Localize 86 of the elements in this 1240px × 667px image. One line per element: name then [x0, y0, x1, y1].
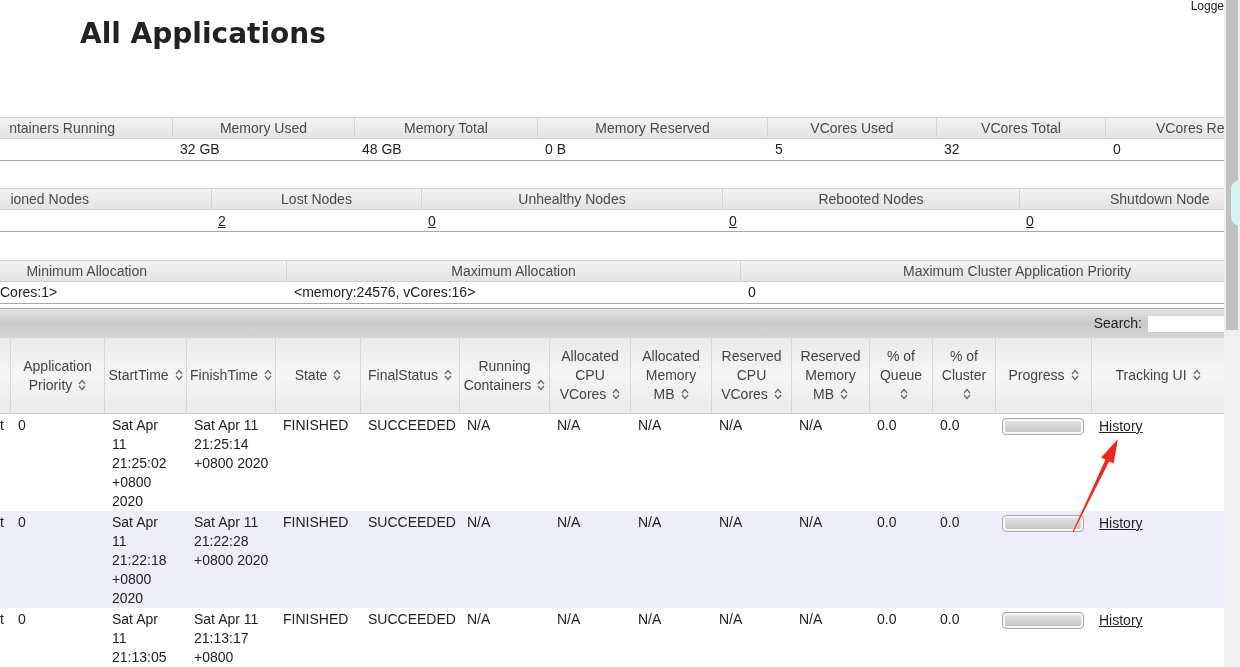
column-header: Memory Used: [172, 118, 354, 139]
column-header[interactable]: % of Cluster: [932, 338, 995, 413]
table-cell-text: 0: [18, 610, 27, 629]
login-status-text: Logge: [1190, 0, 1224, 12]
table-cell-text: N/A: [799, 416, 824, 435]
table-cell-text: N/A: [557, 513, 582, 532]
table-cell: Sat Apr 11 21:25:14 +0800 2020: [194, 416, 269, 473]
table-cell-text: Cores:1>: [0, 283, 59, 302]
table-cell-text: 0.0: [940, 513, 961, 532]
scrollbar-thumb[interactable]: [1226, 0, 1238, 330]
tracking-link[interactable]: History: [1099, 515, 1143, 531]
scrollbar[interactable]: [1224, 0, 1240, 667]
column-header[interactable]: State: [275, 338, 360, 413]
table-cell-text: 0.0: [877, 513, 898, 532]
table-cell-text: 0: [18, 416, 27, 435]
table-cell-text: 32 GB: [179, 140, 221, 159]
table-cell-text: t: [0, 513, 4, 532]
column-header: Rebooted Nodes: [722, 189, 1019, 210]
column-header: VCores Used: [767, 118, 936, 139]
table-cell-text: FINISHED: [283, 513, 350, 532]
node-count-link[interactable]: 0: [1026, 211, 1034, 230]
table-cell-text: N/A: [557, 416, 582, 435]
table-cell-text: FINISHED: [283, 610, 350, 629]
column-header: ntainers Running: [8, 119, 116, 138]
column-header[interactable]: FinalStatus: [360, 338, 459, 413]
table-cell-text: 32: [943, 140, 961, 159]
table-cell-text: N/A: [467, 610, 492, 629]
column-header: ioned Nodes: [9, 190, 90, 209]
column-header[interactable]: Allocated CPU VCores: [549, 338, 630, 413]
tracking-link[interactable]: History: [1099, 612, 1143, 628]
table-cell-text: 0.0: [940, 610, 961, 629]
table-cell-text: t: [0, 610, 4, 629]
table-cell-text: Sat Apr 11 21:22:18 +0800 2020: [112, 513, 168, 608]
table-cell-text: 0.0: [940, 416, 961, 435]
table-cell-text: N/A: [638, 513, 663, 532]
column-header[interactable]: Allocated Memory MB: [630, 338, 711, 413]
column-header[interactable]: Progress: [995, 338, 1091, 413]
table-cell-text: N/A: [719, 513, 744, 532]
table-cell-text: 48 GB: [361, 140, 403, 159]
table-cell-text: 0: [18, 513, 27, 532]
column-header: Maximum Allocation: [286, 261, 740, 282]
tracking-link[interactable]: History: [1099, 418, 1143, 434]
table-cell-text: N/A: [719, 610, 744, 629]
table-cell-text: Sat Apr 11 21:13:05: [112, 610, 168, 667]
table-cell-text: 0.0: [877, 416, 898, 435]
column-header: Unhealthy Nodes: [421, 189, 722, 210]
column-header[interactable]: Reserved Memory MB: [791, 338, 869, 413]
column-header[interactable]: % of Queue: [869, 338, 932, 413]
table-cell-text: t: [0, 416, 4, 435]
table-cell-text: N/A: [799, 610, 824, 629]
column-header: Lost Nodes: [211, 189, 421, 210]
search-field[interactable]: [1148, 315, 1224, 332]
column-header[interactable]: Application Priority: [10, 338, 104, 413]
column-header[interactable]: Reserved CPU VCores: [711, 338, 791, 413]
table-cell-text: SUCCEEDED: [368, 416, 457, 435]
table-cell-text: 0: [747, 283, 757, 302]
node-count-link[interactable]: 0: [729, 211, 737, 230]
table-cell-text: SUCCEEDED: [368, 513, 457, 532]
table-cell-text: <memory:24576, vCores:16>: [293, 283, 477, 302]
table-cell-text: N/A: [638, 610, 663, 629]
node-count-link[interactable]: 0: [428, 211, 436, 230]
column-header[interactable]: FinishTime: [186, 338, 275, 413]
table-cell-text: N/A: [557, 610, 582, 629]
table-cell-text: FINISHED: [283, 416, 350, 435]
table-cell-text: SUCCEEDED: [368, 610, 457, 629]
column-header: VCores Total: [936, 118, 1105, 139]
search-label: Search:: [1093, 314, 1142, 334]
table-cell-text: N/A: [467, 416, 492, 435]
table-cell-text: N/A: [799, 513, 824, 532]
table-cell-text: N/A: [467, 513, 492, 532]
table-cell-text: 5: [774, 140, 784, 159]
table-cell-text: 0.0: [877, 610, 898, 629]
table-cell-text: Sat Apr 11 21:25:02 +0800 2020: [112, 416, 168, 511]
table-cell-text: N/A: [719, 416, 744, 435]
node-count-link[interactable]: 2: [218, 211, 226, 230]
column-header: Memory Reserved: [537, 118, 767, 139]
column-header[interactable]: Running Containers: [459, 338, 549, 413]
table-cell-text: Sat Apr 11 21:13:17 +0800: [194, 610, 260, 667]
table-cell-text: 0 B: [544, 140, 567, 159]
table-cell: Sat Apr 11 21:22:28 +0800 2020: [194, 513, 269, 570]
table-cell-text: 0: [1112, 140, 1122, 159]
table-cell-text: N/A: [638, 416, 663, 435]
column-header: Memory Total: [354, 118, 537, 139]
column-header: Minimum Allocation: [25, 262, 148, 281]
page-title: All Applications: [80, 16, 326, 52]
column-header[interactable]: StartTime: [104, 338, 186, 413]
